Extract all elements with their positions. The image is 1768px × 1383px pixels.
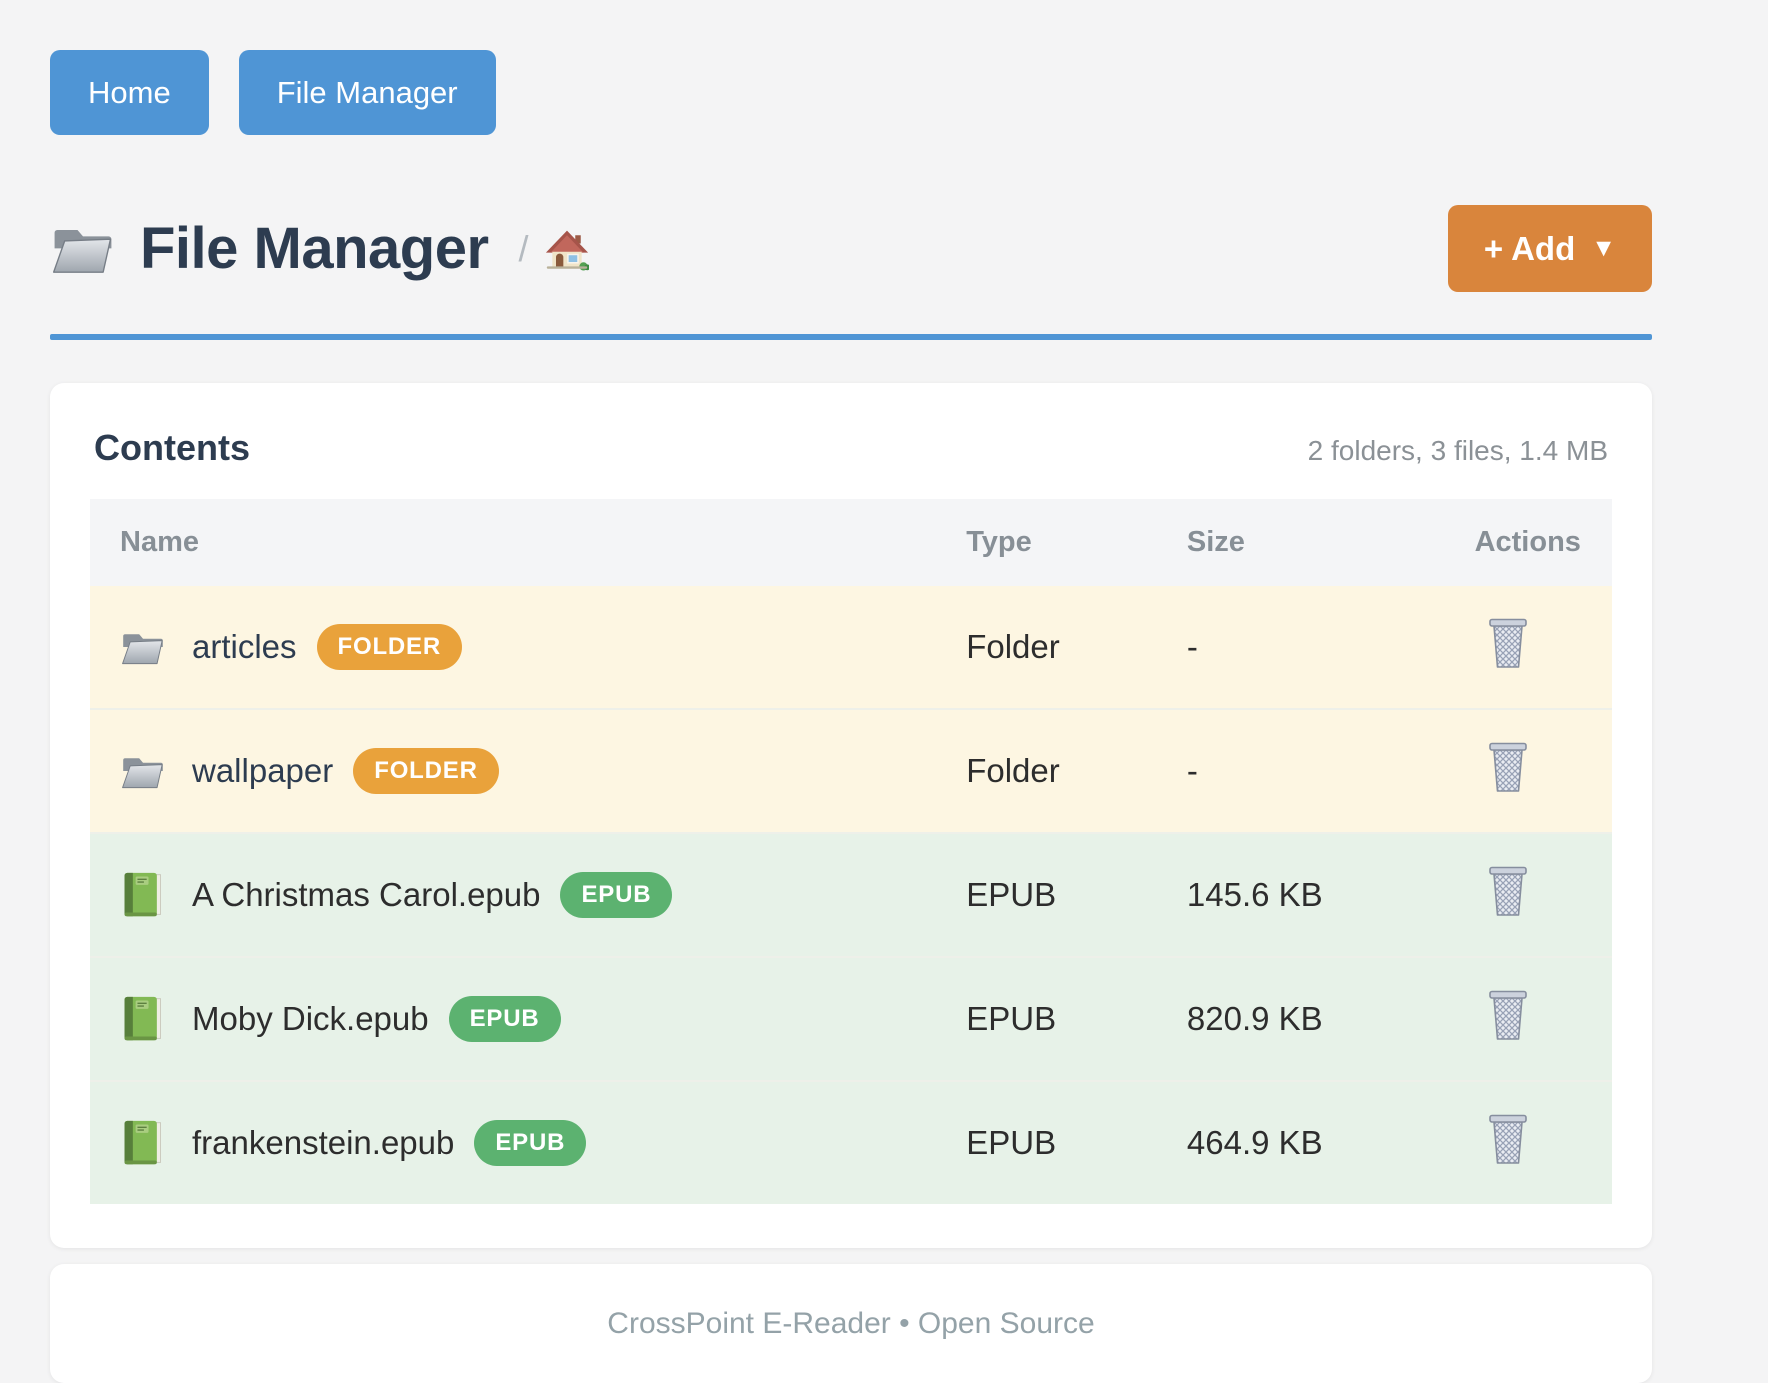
item-name: A Christmas Carol.epub <box>192 876 540 914</box>
item-name[interactable]: wallpaper <box>192 752 333 790</box>
type-cell: Folder <box>936 752 1157 790</box>
type-cell: EPUB <box>936 876 1157 914</box>
size-cell: 820.9 KB <box>1157 1000 1445 1038</box>
type-cell: EPUB <box>936 1000 1157 1038</box>
home-icon[interactable] <box>545 227 589 271</box>
delete-button[interactable] <box>1485 617 1531 669</box>
book-icon <box>120 995 166 1043</box>
table-body: articles FOLDER Folder - wallpaper F <box>90 586 1612 1204</box>
column-header-size: Size <box>1157 526 1445 559</box>
contents-summary: 2 folders, 3 files, 1.4 MB <box>1308 435 1608 467</box>
table-row: Moby Dick.epub EPUB EPUB 820.9 KB <box>90 956 1612 1080</box>
size-cell: - <box>1157 752 1445 790</box>
type-badge: FOLDER <box>317 624 462 670</box>
size-cell: 145.6 KB <box>1157 876 1445 914</box>
page-header: File Manager / + Add ▼ <box>50 205 1652 292</box>
add-button-label: + Add <box>1484 232 1575 265</box>
folder-icon <box>50 219 116 279</box>
trash-icon <box>1485 865 1531 917</box>
table-header: Name Type Size Actions <box>90 499 1612 586</box>
file-manager-page: Home File Manager File Manager / + Add ▼… <box>50 0 1652 1383</box>
name-cell: A Christmas Carol.epub EPUB <box>90 871 936 919</box>
table-row: articles FOLDER Folder - <box>90 586 1612 708</box>
table-row: A Christmas Carol.epub EPUB EPUB 145.6 K… <box>90 832 1612 956</box>
footer-text: CrossPoint E-Reader • Open Source <box>607 1307 1094 1341</box>
column-header-actions: Actions <box>1445 526 1612 559</box>
folder-icon <box>120 623 166 671</box>
delete-button[interactable] <box>1485 741 1531 793</box>
book-icon <box>120 1119 166 1167</box>
name-cell: articles FOLDER <box>90 623 936 671</box>
top-nav: Home File Manager <box>50 50 1652 135</box>
type-badge: EPUB <box>449 996 561 1042</box>
trash-icon <box>1485 741 1531 793</box>
trash-icon <box>1485 989 1531 1041</box>
caret-down-icon: ▼ <box>1591 236 1616 261</box>
contents-heading: Contents <box>94 427 250 469</box>
type-badge: EPUB <box>560 872 672 918</box>
table-row: frankenstein.epub EPUB EPUB 464.9 KB <box>90 1080 1612 1204</box>
name-cell: wallpaper FOLDER <box>90 747 936 795</box>
contents-card: Contents 2 folders, 3 files, 1.4 MB Name… <box>50 383 1652 1248</box>
book-icon <box>120 871 166 919</box>
add-button[interactable]: + Add ▼ <box>1448 205 1652 292</box>
file-table: Name Type Size Actions articles FOLDER F… <box>90 499 1612 1204</box>
column-header-type: Type <box>936 526 1157 559</box>
column-header-name: Name <box>90 526 936 559</box>
trash-icon <box>1485 617 1531 669</box>
item-name[interactable]: articles <box>192 628 297 666</box>
type-cell: EPUB <box>936 1124 1157 1162</box>
type-cell: Folder <box>936 628 1157 666</box>
title-divider <box>50 334 1652 340</box>
delete-button[interactable] <box>1485 1113 1531 1165</box>
size-cell: 464.9 KB <box>1157 1124 1445 1162</box>
page-title: File Manager <box>140 215 489 282</box>
type-badge: FOLDER <box>353 748 498 794</box>
item-name: Moby Dick.epub <box>192 1000 429 1038</box>
folder-icon <box>120 747 166 795</box>
breadcrumb-separator: / <box>519 228 529 270</box>
footer: CrossPoint E-Reader • Open Source <box>50 1264 1652 1383</box>
delete-button[interactable] <box>1485 989 1531 1041</box>
size-cell: - <box>1157 628 1445 666</box>
name-cell: Moby Dick.epub EPUB <box>90 995 936 1043</box>
table-row: wallpaper FOLDER Folder - <box>90 708 1612 832</box>
type-badge: EPUB <box>474 1120 586 1166</box>
name-cell: frankenstein.epub EPUB <box>90 1119 936 1167</box>
trash-icon <box>1485 1113 1531 1165</box>
nav-file-manager-button[interactable]: File Manager <box>239 50 496 135</box>
delete-button[interactable] <box>1485 865 1531 917</box>
nav-home-button[interactable]: Home <box>50 50 209 135</box>
item-name: frankenstein.epub <box>192 1124 454 1162</box>
